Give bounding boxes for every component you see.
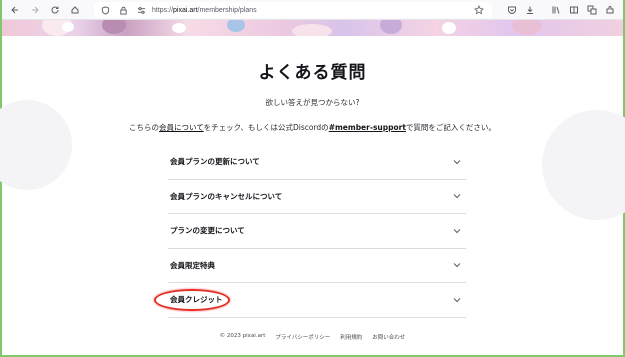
desc-prefix: こちらの (129, 123, 160, 132)
faq-item-plan-change[interactable]: プランの変更について (168, 214, 466, 249)
extensions-icon[interactable] (603, 3, 617, 17)
forward-icon[interactable] (28, 3, 42, 17)
url-host: pixai.art (173, 6, 198, 14)
lock-icon[interactable] (116, 3, 130, 17)
faq-item-label: 会員プランのキャンセルについて (170, 191, 283, 201)
hero-banner-image (2, 20, 623, 36)
bookmark-star-icon[interactable] (472, 3, 486, 17)
faq-item-plan-renewal[interactable]: 会員プランの更新について (168, 145, 466, 180)
faq-item-label: 会員限定特典 (170, 260, 215, 270)
chevron-down-icon (452, 295, 462, 305)
browser-toolbar: https://pixai.art/membership/plans (2, 0, 623, 20)
footer-privacy-link[interactable]: プライバシーポリシー (275, 333, 330, 341)
url-text: https://pixai.art/membership/plans (152, 7, 257, 14)
faq-item-label: 会員プランの更新について (170, 157, 260, 167)
download-icon[interactable] (523, 3, 537, 17)
desc-suffix: で質問をご記入ください。 (405, 123, 496, 132)
reload-icon[interactable] (48, 3, 62, 17)
toolbar-right-icons (505, 3, 617, 17)
address-bar[interactable]: https://pixai.art/membership/plans (94, 2, 492, 18)
desc-middle: をチェック、もしくは公式Discordの (203, 123, 329, 132)
membership-info-link[interactable]: 会員について (159, 123, 204, 132)
footer-contact-link[interactable]: お問い合わせ (372, 333, 405, 341)
highlight-annotation-ring (154, 289, 230, 311)
chevron-down-icon (452, 260, 462, 270)
faq-item-plan-cancel[interactable]: 会員プランのキャンセルについて (168, 180, 466, 214)
chevron-down-icon (452, 226, 462, 236)
permissions-icon[interactable] (134, 3, 148, 17)
chevron-down-icon (452, 191, 462, 201)
library-icon[interactable] (549, 3, 563, 17)
background-cloud-left (0, 100, 72, 190)
footer-terms-link[interactable]: 利用規約 (340, 333, 362, 341)
faq-item-label: プランの変更について (170, 226, 245, 236)
chevron-down-icon (452, 157, 462, 167)
faq-item-member-perks[interactable]: 会員限定特典 (168, 249, 466, 283)
footer-copyright: © 2023 pixai.art (219, 333, 266, 339)
pocket-icon[interactable] (505, 3, 519, 17)
toolbar-spacer (541, 3, 545, 17)
shield-icon[interactable] (98, 3, 112, 17)
back-icon[interactable] (8, 3, 22, 17)
faq-title: よくある質問 (258, 63, 367, 83)
home-icon[interactable] (68, 3, 82, 17)
page-footer: © 2023 pixai.art プライバシーポリシー 利用規約 お問い合わせ (2, 333, 623, 341)
faq-description: こちらの会員についてをチェック、もしくは公式Discordの#member-su… (2, 122, 623, 133)
url-prefix: https:// (152, 6, 174, 14)
reader-view-icon[interactable] (567, 3, 581, 17)
faq-subtitle: 欲しい答えが見つからない? (265, 98, 360, 107)
discord-channel-link[interactable]: #member-support (329, 123, 406, 132)
nav-buttons (8, 3, 82, 17)
translate-icon[interactable] (585, 3, 599, 17)
url-path: /membership/plans (197, 6, 257, 14)
